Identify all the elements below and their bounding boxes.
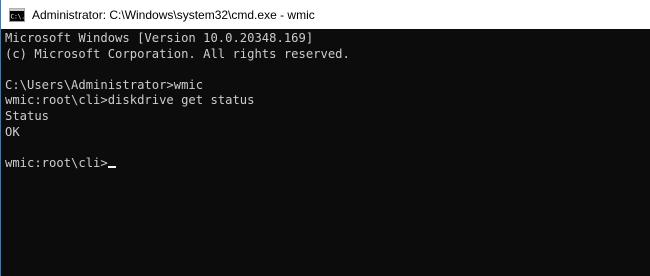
console-line: (c) Microsoft Corporation. All rights re… <box>5 46 350 61</box>
cmd-icon: C:\. <box>9 7 25 22</box>
window-title: Administrator: C:\Windows\system32\cmd.e… <box>32 7 315 22</box>
console-line: C:\Users\Administrator>wmic <box>5 77 204 92</box>
cmd-window: C:\. Administrator: C:\Windows\system32\… <box>0 0 650 276</box>
text-cursor <box>107 165 116 168</box>
cmd-icon-label: C:\. <box>11 13 25 20</box>
console-line: Status <box>5 108 50 123</box>
console-line: OK <box>5 124 20 139</box>
command-prompt-line[interactable]: wmic:root\cli> <box>5 156 650 172</box>
console-output[interactable]: Microsoft Windows [Version 10.0.20348.16… <box>5 31 650 276</box>
console-line: Microsoft Windows [Version 10.0.20348.16… <box>5 31 314 45</box>
console-line: wmic:root\cli>diskdrive get status <box>5 93 255 108</box>
command-prompt: wmic:root\cli> <box>5 155 108 170</box>
title-bar[interactable]: C:\. Administrator: C:\Windows\system32\… <box>1 0 650 29</box>
